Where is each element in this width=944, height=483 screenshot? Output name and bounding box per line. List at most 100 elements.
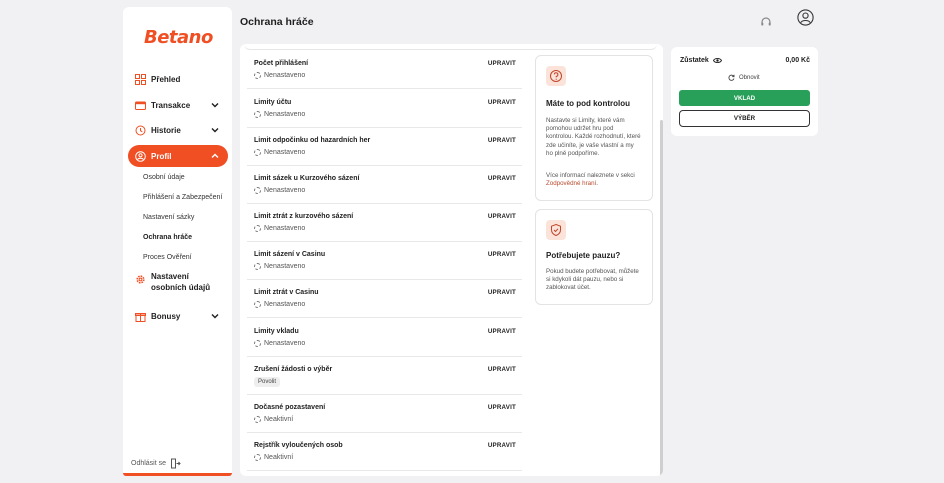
withdraw-button[interactable]: VÝBĚR [679,110,810,127]
responsible-gaming-link[interactable]: Zodpovědné hraní [546,180,596,187]
balance-label: Zůstatek [680,57,709,64]
deposit-button[interactable]: VKLAD [679,90,810,106]
card-text-prefix: Více informací naleznete v sekci [546,172,635,179]
dashed-circle-icon [254,301,261,308]
limit-status-text: Nenastaveno [264,340,306,347]
card-text: Nastavte si Limity, které vám pomohou ud… [546,117,641,157]
gear-icon [135,274,146,285]
profile-sub-login-security[interactable]: Přihlášení a Zabezpečení [143,194,222,201]
limit-name: Rejstřík vyloučených osob [254,442,343,449]
limit-row: Limity účtu Nenastaveno UPRAVIT [247,90,522,128]
wallet-icon [135,100,146,111]
limit-row: Dočasné pozastavení Neaktivní UPRAVIT [247,395,522,433]
dashed-circle-icon [254,263,261,270]
info-card-pause: Potřebujete pauzu? Pokud budete potřebov… [535,209,653,305]
limit-row: Limit odpočinku od hazardních her Nenasta… [247,128,522,166]
limit-name: Limit sázek u Kurzového sázení [254,175,360,182]
sidebar-item-personal-settings[interactable]: Nastavení osobních údajů [128,269,228,295]
dashed-circle-icon [254,72,261,79]
dashed-circle-icon [254,111,261,118]
limit-status: Nenastaveno [254,301,305,308]
dashed-circle-icon [254,225,261,232]
sidebar-item-label: Bonusy [151,311,181,321]
limit-name: Limit ztrát z kurzového sázení [254,213,354,220]
edit-button[interactable]: UPRAVIT [488,366,516,373]
sidebar-item-label: Profil [151,151,172,161]
edit-button[interactable]: UPRAVIT [488,251,516,258]
logout-icon [171,458,181,469]
card-title: Potřebujete pauzu? [546,251,621,260]
balance-label-row: Zůstatek [680,57,722,64]
edit-button[interactable]: UPRAVIT [488,442,516,449]
status-badge: Povolit [254,377,281,387]
limit-status-text: Nenastaveno [264,111,306,118]
sidebar-item-transactions[interactable]: Transakce [128,94,228,116]
limit-name: Dočasné pozastavení [254,404,326,411]
card-text-more: Více informací naleznete v sekci Zodpově… [546,172,641,188]
scrollbar[interactable] [660,120,663,476]
limit-status: Nenastaveno [254,263,305,270]
page-title: Ochrana hráče [240,16,314,28]
limit-name: Limit ztrát v Casinu [254,289,319,296]
dashed-circle-icon [254,149,261,156]
sidebar-item-history[interactable]: Historie [128,119,228,141]
limit-status-text: Nenastaveno [264,225,306,232]
limit-row: Limit sázení v Casinu Nenastaveno UPRAVIT [247,242,522,280]
chevron-down-icon [211,128,219,133]
edit-button[interactable]: UPRAVIT [488,137,516,144]
limit-name: Limity vkladu [254,328,299,335]
edit-button[interactable]: UPRAVIT [488,60,516,67]
limit-row: Počet přihlášení Nenastaveno UPRAVIT [247,51,522,89]
sidebar-item-label: Transakce [151,100,191,110]
question-icon [546,66,566,86]
limit-row: Limity vkladu Nenastaveno UPRAVIT [247,319,522,357]
balance-amount: 0,00 Kč [785,57,810,64]
limit-name: Zrušení žádosti o výběr [254,366,333,373]
refresh-icon [728,74,735,81]
dashed-circle-icon [254,340,261,347]
limit-status: Nenastaveno [254,340,305,347]
edit-button[interactable]: UPRAVIT [488,404,516,411]
edit-button[interactable]: UPRAVIT [488,99,516,106]
refresh-label: Obnovit [739,74,760,81]
profile-sub-personal-data[interactable]: Osobní údaje [143,174,185,181]
limit-name: Počet přihlášení [254,60,309,67]
limit-status: Nenastaveno [254,225,305,232]
refresh-button[interactable]: Obnovit [728,74,760,81]
profile-sub-bet-settings[interactable]: Nastavení sázky [143,214,194,221]
edit-button[interactable]: UPRAVIT [488,328,516,335]
account-icon[interactable] [797,9,814,26]
sidebar-item-bonuses[interactable]: Bonusy [128,305,228,327]
limit-name: Limit odpočinku od hazardních her [254,137,371,144]
logout-label: Odhlásit se [131,460,167,467]
limit-row: Zrušení žádosti o výběr Povolit UPRAVIT [247,357,522,395]
scroll-edge [244,44,657,50]
gift-icon [135,311,146,322]
sidebar-item-label: Nastavení osobních údajů [151,272,211,292]
dashed-circle-icon [254,454,261,461]
logout-link[interactable]: Odhlásit se [131,458,181,469]
limit-status: Nenastaveno [254,149,305,156]
history-icon [135,125,146,136]
profile-sub-verification[interactable]: Proces Ověření [143,254,192,261]
eye-icon[interactable] [712,57,722,64]
sidebar-item-profile[interactable]: Profil [128,145,228,167]
chevron-down-icon [211,314,219,319]
player-protection-panel: Počet přihlášení Nenastaveno UPRAVIT Limity… [240,44,663,476]
sidebar-accent-bar [123,473,232,476]
edit-button[interactable]: UPRAVIT [488,289,516,296]
headset-icon[interactable] [760,16,772,28]
dashed-circle-icon [254,187,261,194]
card-title: Máte to pod kontrolou [546,99,630,108]
limit-status: Nenastaveno [254,72,305,79]
edit-button[interactable]: UPRAVIT [488,175,516,182]
limit-name: Limit sázení v Casinu [254,251,326,258]
limit-row: Limit sázek u Kurzového sázení Nenastaven… [247,166,522,204]
profile-sub-player-protection[interactable]: Ochrana hráče [143,234,192,241]
sidebar: Betano Přehled Transakce Historie Profil… [123,7,232,476]
sidebar-item-overview[interactable]: Přehled [128,68,228,90]
betano-logo[interactable]: Betano [144,27,213,48]
edit-button[interactable]: UPRAVIT [488,213,516,220]
limit-status: Neaktivní [254,416,293,423]
limit-status-text: Nenastaveno [264,72,306,79]
